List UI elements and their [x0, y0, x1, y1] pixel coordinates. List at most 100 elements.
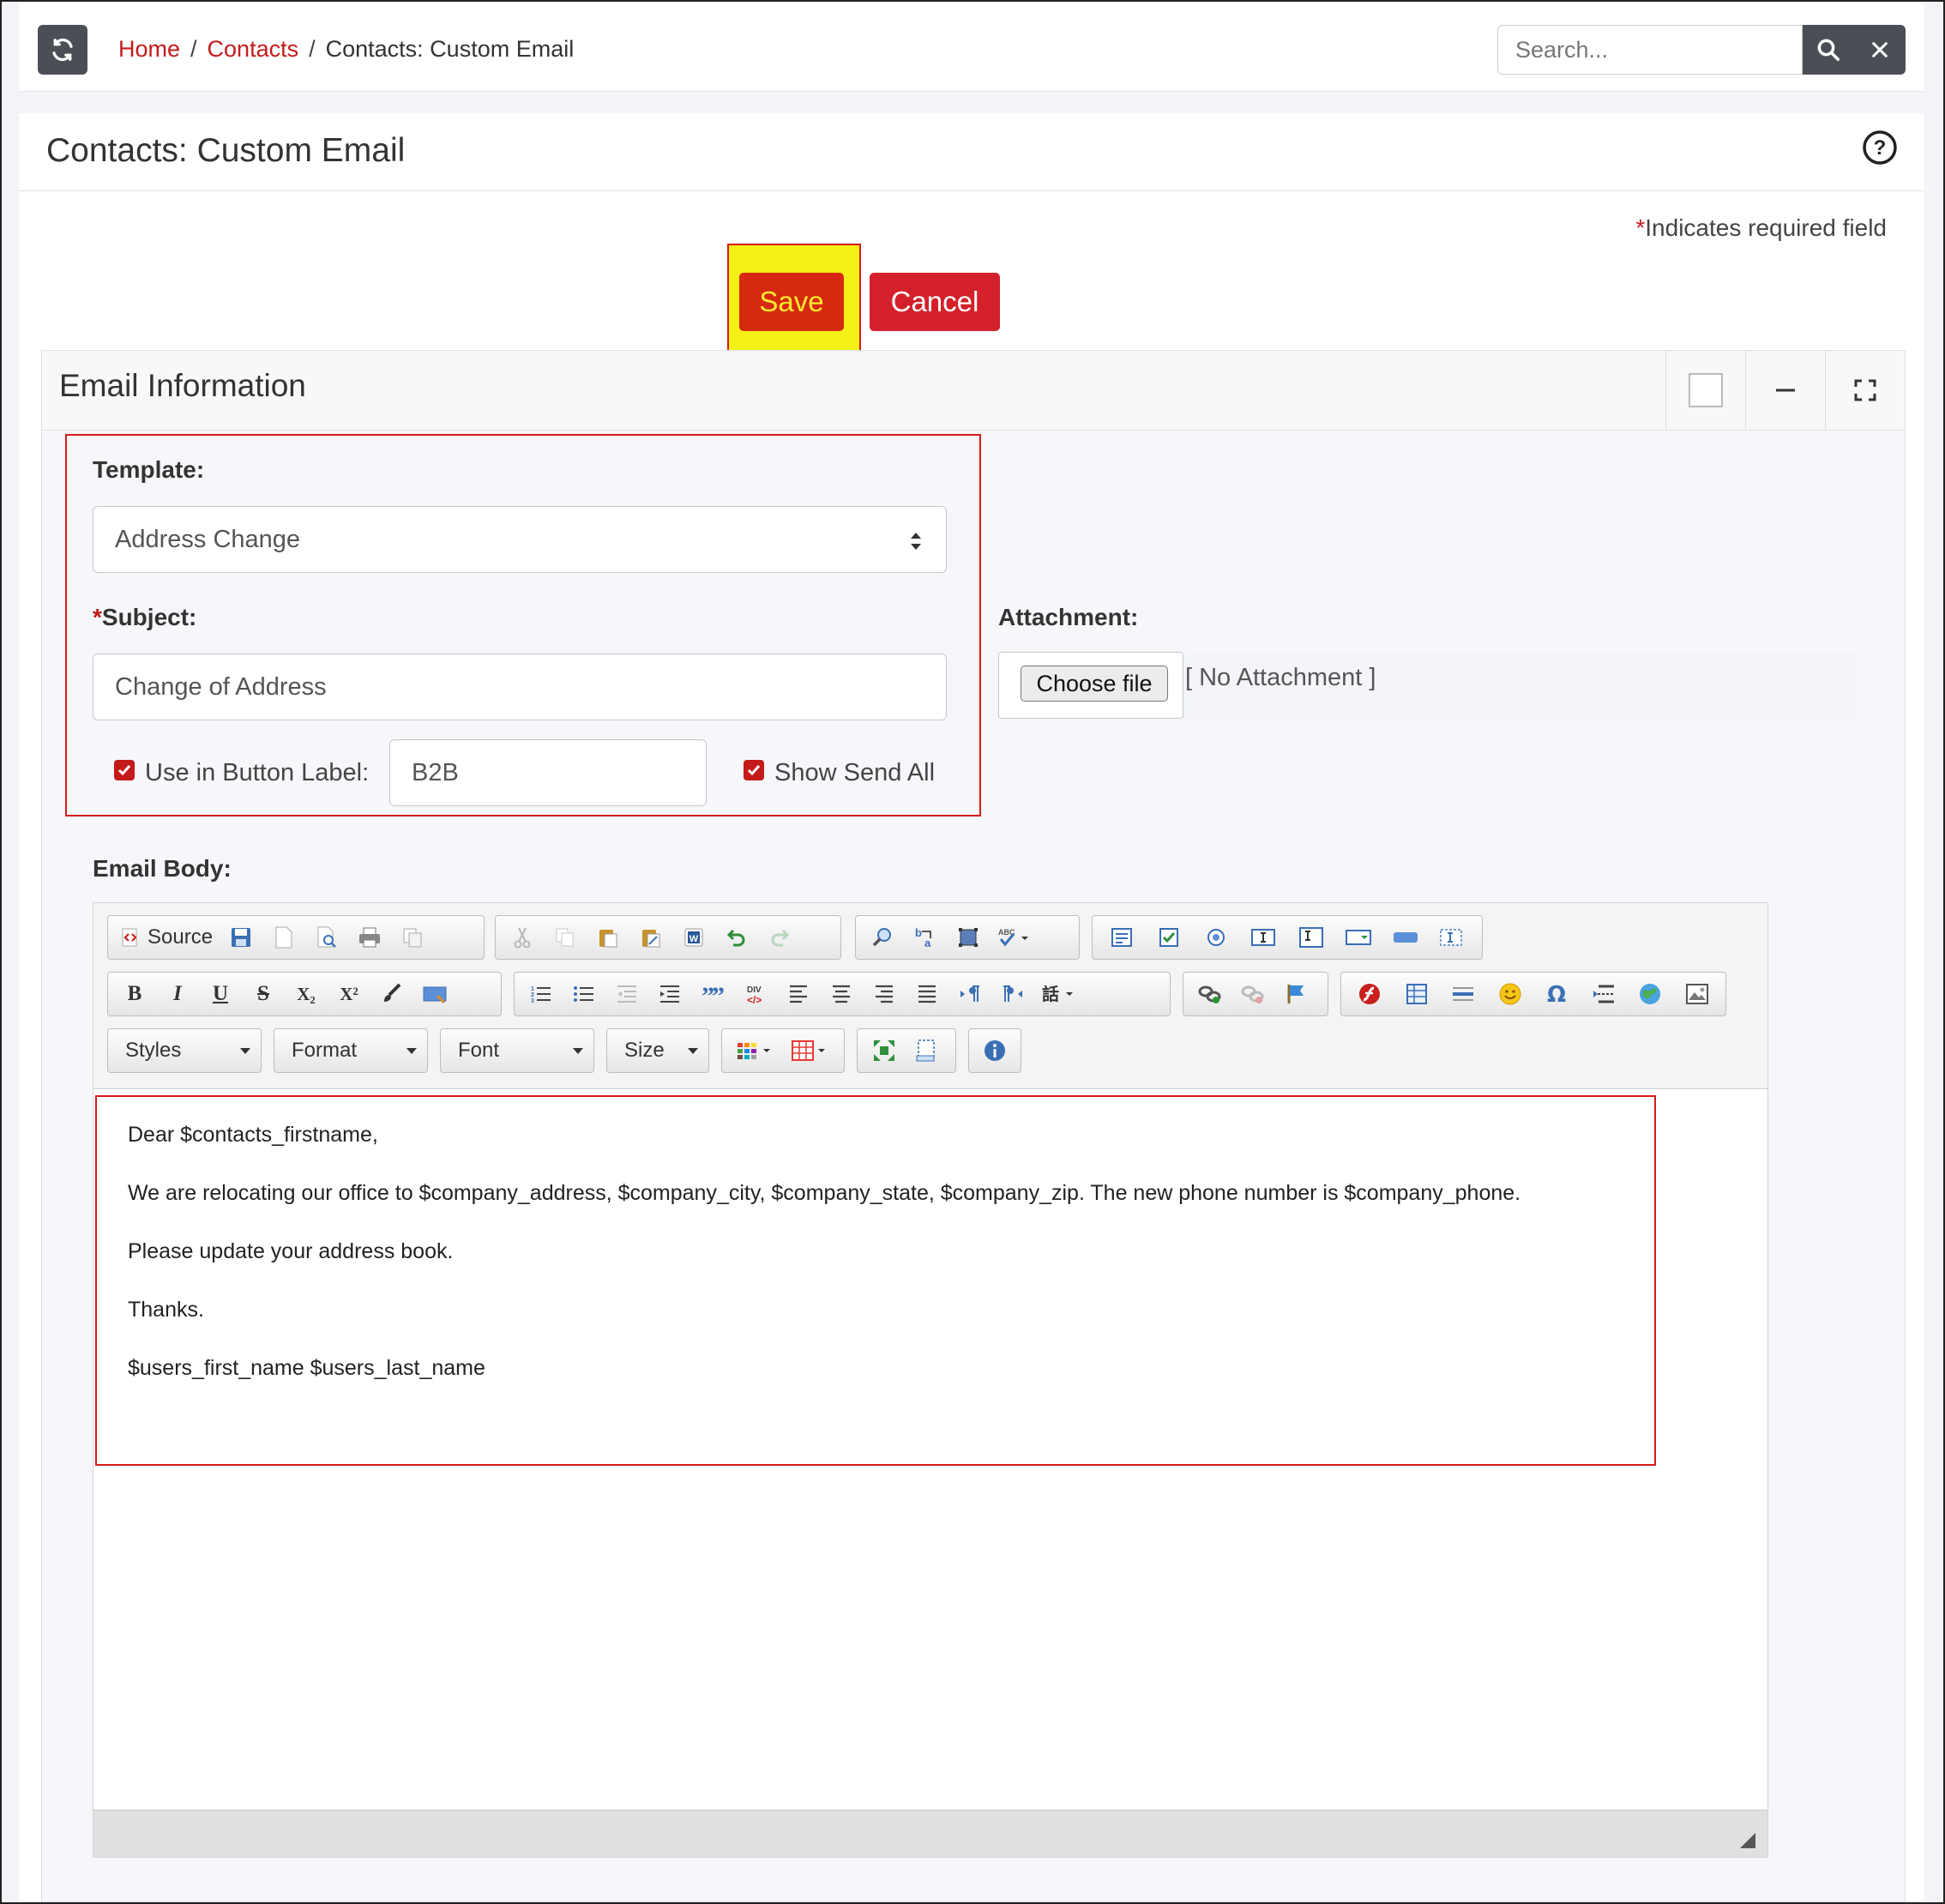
button-label-input[interactable]: B2B: [389, 739, 707, 806]
maximize-button[interactable]: [863, 1032, 906, 1069]
refresh-button[interactable]: [38, 25, 87, 75]
copy-button[interactable]: [544, 919, 587, 956]
help-icon: ?: [1863, 130, 1897, 165]
button-field-button[interactable]: [1382, 919, 1430, 956]
copy-icon: [556, 928, 574, 947]
maximize-icon: [874, 1040, 894, 1061]
spellcheck-button[interactable]: ABC: [990, 919, 1038, 956]
breadcrumb-home-link[interactable]: Home: [118, 36, 180, 62]
card-collapse-button[interactable]: [1745, 351, 1825, 430]
format-dropdown[interactable]: Format: [274, 1028, 428, 1073]
language-button[interactable]: 話: [1034, 975, 1082, 1013]
redo-button[interactable]: [758, 919, 801, 956]
smiley-button[interactable]: [1487, 975, 1534, 1013]
subject-input[interactable]: Change of Address: [93, 654, 947, 720]
print-button[interactable]: [348, 919, 391, 956]
button-field-icon: [1394, 932, 1418, 943]
template-select[interactable]: Address Change: [93, 506, 947, 573]
form-button[interactable]: [1098, 919, 1145, 956]
underline-button[interactable]: U: [199, 975, 242, 1013]
about-button[interactable]: [974, 1032, 1015, 1069]
checkbox-field-button[interactable]: [1145, 919, 1192, 956]
preview-button[interactable]: [305, 919, 348, 956]
flash-button[interactable]: [1346, 975, 1394, 1013]
font-dropdown[interactable]: Font: [440, 1028, 594, 1073]
paste-button[interactable]: [587, 919, 629, 956]
text-color-button[interactable]: [727, 1032, 782, 1069]
template-label: Template:: [93, 456, 205, 483]
find-button[interactable]: [861, 919, 904, 956]
anchor-button[interactable]: [1274, 975, 1317, 1013]
paste-word-button[interactable]: W: [672, 919, 715, 956]
styles-dropdown[interactable]: Styles: [107, 1028, 262, 1073]
unlink-button[interactable]: [1231, 975, 1274, 1013]
table-button[interactable]: [1394, 975, 1441, 1013]
body-paragraph: Thanks.: [128, 1298, 204, 1322]
find-icon: [872, 928, 891, 947]
breadcrumb-contacts-link[interactable]: Contacts: [208, 36, 299, 62]
size-dropdown[interactable]: Size: [606, 1028, 709, 1073]
image-button[interactable]: [1674, 975, 1721, 1013]
link-icon: [1198, 985, 1221, 1003]
numbered-list-icon: 123: [531, 986, 551, 1004]
card-select-button[interactable]: [1665, 351, 1745, 430]
paste-text-icon: [642, 930, 660, 948]
rtl-button[interactable]: [991, 975, 1034, 1013]
justify-button[interactable]: [906, 975, 948, 1013]
cut-button[interactable]: [501, 919, 544, 956]
new-page-button[interactable]: [262, 919, 305, 956]
ltr-button[interactable]: [948, 975, 991, 1013]
search-input[interactable]: Search...: [1497, 25, 1803, 75]
replace-button[interactable]: ba: [904, 919, 947, 956]
save-doc-button[interactable]: [220, 919, 262, 956]
use-in-button-label-checkbox[interactable]: [114, 760, 135, 780]
bold-button[interactable]: B: [113, 975, 156, 1013]
indent-button[interactable]: [648, 975, 691, 1013]
copy-format-button[interactable]: [370, 975, 413, 1013]
italic-button[interactable]: I: [156, 975, 199, 1013]
align-right-button[interactable]: [863, 975, 906, 1013]
show-send-all-checkbox[interactable]: [744, 760, 764, 780]
strikethrough-button[interactable]: S: [242, 975, 285, 1013]
templates-button[interactable]: [391, 919, 434, 956]
superscript-button[interactable]: X²: [328, 975, 370, 1013]
create-div-button[interactable]: DIV </>: [734, 975, 777, 1013]
select-all-button[interactable]: [947, 919, 990, 956]
card-fullscreen-button[interactable]: [1825, 351, 1905, 430]
save-button[interactable]: Save: [739, 273, 844, 331]
show-blocks-button[interactable]: [906, 1032, 948, 1069]
clear-search-button[interactable]: [1854, 25, 1906, 75]
select-field-button[interactable]: [1334, 919, 1382, 956]
blockquote-button[interactable]: ””: [691, 975, 734, 1013]
special-char-button[interactable]: Ω: [1533, 975, 1581, 1013]
horizontal-rule-button[interactable]: [1440, 975, 1487, 1013]
subscript-button[interactable]: X₂: [285, 975, 328, 1013]
search-button[interactable]: [1803, 25, 1854, 75]
source-button[interactable]: Source: [113, 919, 220, 956]
paintbrush-icon: [384, 983, 401, 1002]
outdent-button[interactable]: [605, 975, 648, 1013]
choose-file-button[interactable]: Choose file: [1021, 666, 1168, 702]
undo-button[interactable]: [715, 919, 758, 956]
align-left-button[interactable]: [777, 975, 820, 1013]
top-bar: Home / Contacts / Contacts: Custom Email Sea…: [19, 2, 1924, 92]
link-button[interactable]: [1189, 975, 1231, 1013]
text-field-button[interactable]: [1240, 919, 1287, 956]
remove-format-button[interactable]: [413, 975, 456, 1013]
textarea-button[interactable]: [1287, 919, 1334, 956]
help-button[interactable]: ?: [1861, 129, 1899, 171]
radio-field-button[interactable]: [1193, 919, 1240, 956]
form-icon: [1111, 928, 1132, 947]
hidden-field-button[interactable]: [1430, 919, 1477, 956]
resize-handle[interactable]: [1740, 1833, 1755, 1848]
table-grid-button[interactable]: [782, 1032, 837, 1069]
align-center-button[interactable]: [820, 975, 863, 1013]
paste-text-button[interactable]: [629, 919, 672, 956]
close-icon: [1872, 42, 1888, 57]
iframe-button[interactable]: [1627, 975, 1674, 1013]
numbered-list-button[interactable]: 123: [520, 975, 563, 1013]
editor-content-area[interactable]: Dear $contacts_firstname, We are relocat…: [93, 1090, 1767, 1807]
cancel-button[interactable]: Cancel: [870, 273, 1000, 331]
page-break-button[interactable]: [1581, 975, 1628, 1013]
bulleted-list-button[interactable]: [563, 975, 605, 1013]
